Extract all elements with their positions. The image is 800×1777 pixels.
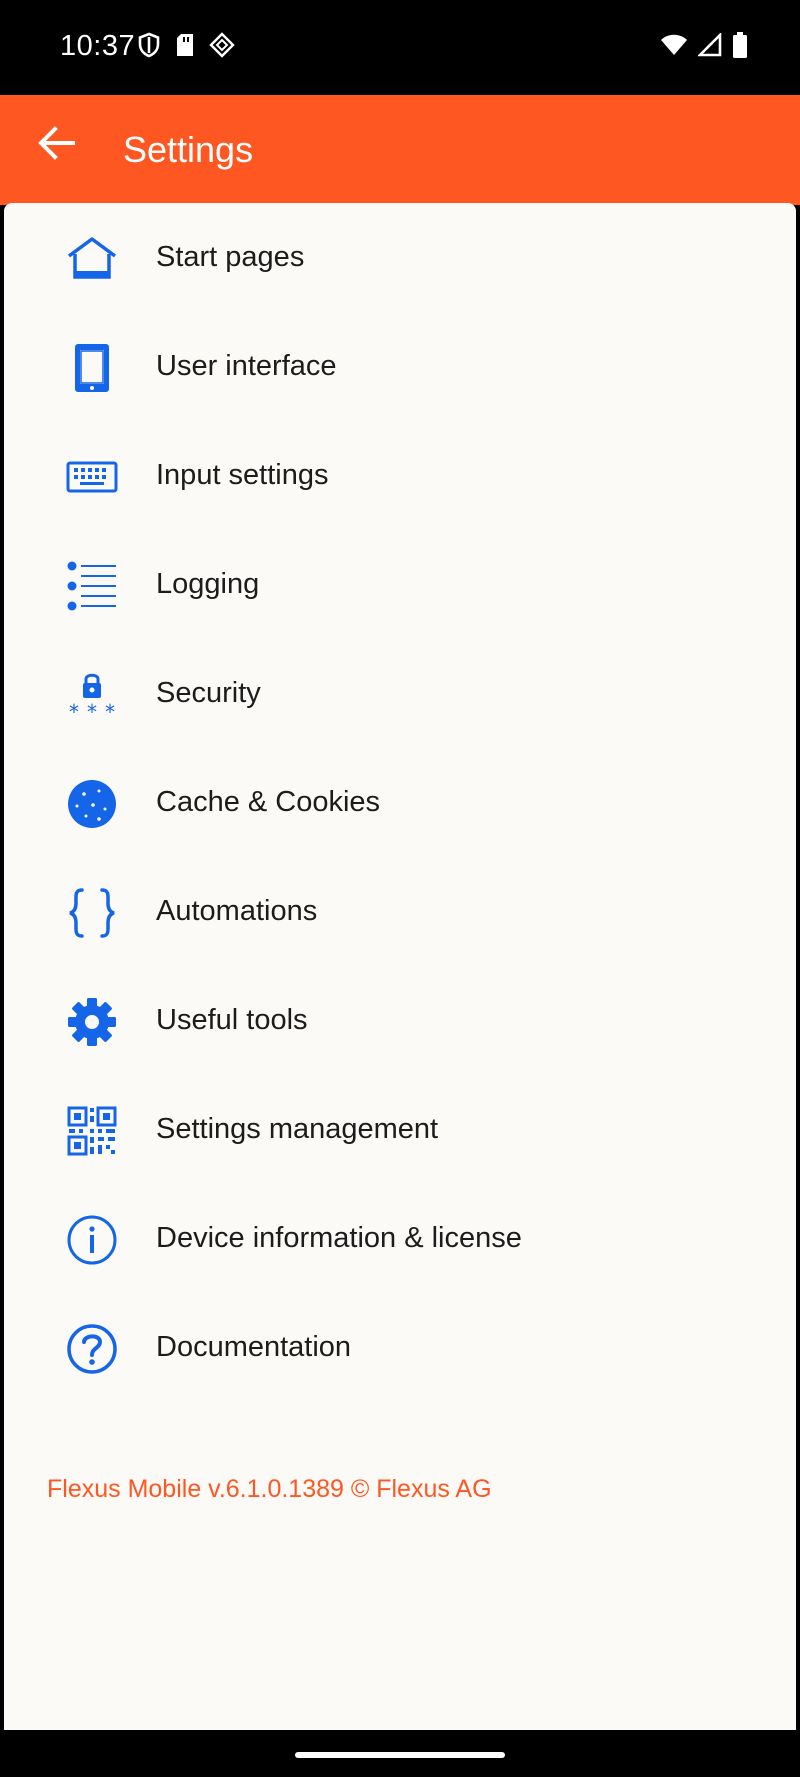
navigation-bar <box>0 1730 800 1777</box>
menu-item-start-pages[interactable]: Start pages <box>4 203 796 313</box>
shield-icon <box>137 32 161 58</box>
menu-item-device-information-license[interactable]: Device information & license <box>4 1184 796 1294</box>
battery-icon <box>732 32 748 58</box>
status-time: 10:37 <box>60 30 136 62</box>
gear-icon <box>66 996 118 1048</box>
menu-item-label: User interface <box>156 350 337 382</box>
menu-item-label: Logging <box>156 568 260 600</box>
version-text: Flexus Mobile v.6.1.0.1389 © Flexus AG <box>47 1475 492 1503</box>
qr-code-icon <box>66 1105 118 1157</box>
sd-card-icon <box>175 33 195 57</box>
back-button[interactable] <box>30 119 82 171</box>
menu-item-security[interactable]: * * * Security <box>4 639 796 749</box>
menu-item-label: Start pages <box>156 241 305 273</box>
diamond-icon <box>209 32 235 58</box>
page-title: Settings <box>123 129 254 170</box>
menu-item-user-interface[interactable]: User interface <box>4 312 796 422</box>
menu-item-label: Documentation <box>156 1331 352 1363</box>
cookie-icon <box>66 778 118 830</box>
menu-item-label: Security <box>156 677 261 709</box>
screen: 10:37 Settings Start pages User interfac… <box>0 0 800 1777</box>
gesture-handle[interactable] <box>295 1752 505 1758</box>
status-icons-left <box>137 32 235 58</box>
svg-text:*: * <box>87 700 97 721</box>
braces-icon <box>66 887 118 939</box>
menu-item-label: Input settings <box>156 459 329 491</box>
menu-item-automations[interactable]: Automations <box>4 857 796 967</box>
signal-icon <box>698 33 722 57</box>
menu-item-input-settings[interactable]: Input settings <box>4 421 796 531</box>
status-bar: 10:37 <box>0 0 800 95</box>
menu-item-useful-tools[interactable]: Useful tools <box>4 966 796 1076</box>
app-bar: Settings <box>0 95 800 205</box>
menu-item-label: Settings management <box>156 1113 439 1145</box>
tablet-icon <box>66 342 118 394</box>
menu-item-label: Device information & license <box>156 1222 522 1254</box>
arrow-back-icon <box>37 125 75 165</box>
menu-item-label: Automations <box>156 895 318 927</box>
info-icon <box>66 1214 118 1266</box>
settings-list: Start pages User interface Input setting… <box>4 203 796 1730</box>
home-icon <box>66 233 118 285</box>
list-icon <box>66 560 118 612</box>
menu-item-settings-management[interactable]: Settings management <box>4 1075 796 1185</box>
menu-item-documentation[interactable]: Documentation <box>4 1293 796 1403</box>
keyboard-icon <box>66 451 118 503</box>
svg-text:*: * <box>105 700 115 721</box>
wifi-icon <box>660 33 688 57</box>
menu-item-logging[interactable]: Logging <box>4 530 796 640</box>
svg-text:*: * <box>69 700 79 721</box>
lock-password-icon: * * * <box>66 669 118 721</box>
menu-item-label: Useful tools <box>156 1004 308 1036</box>
menu-item-label: Cache & Cookies <box>156 786 381 818</box>
status-icons-right <box>660 32 748 58</box>
menu-item-cache-cookies[interactable]: Cache & Cookies <box>4 748 796 858</box>
help-icon <box>66 1323 118 1375</box>
